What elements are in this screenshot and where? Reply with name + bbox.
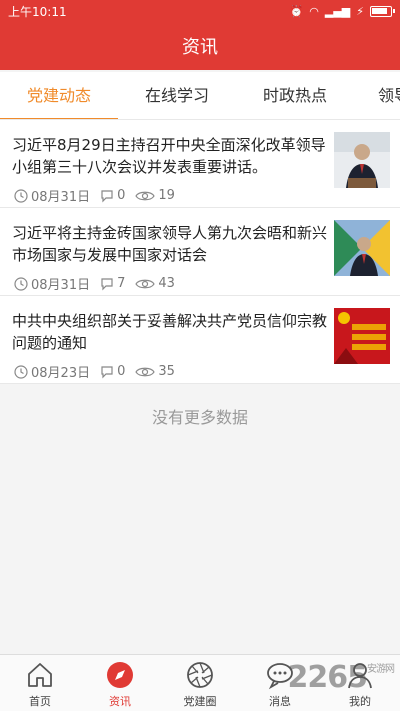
eye-icon: [135, 191, 156, 200]
news-item[interactable]: 习近平8月29日主持召开中央全面深化改革领导小组第三十八次会议并发表重要讲话。 …: [0, 120, 400, 208]
title-bar: 资讯: [0, 22, 400, 70]
news-thumbnail: [334, 308, 390, 364]
alarm-icon: ⏰: [289, 4, 304, 18]
nav-news[interactable]: 资讯: [80, 655, 160, 711]
tab-leaders[interactable]: 领导: [378, 72, 400, 119]
eye-icon: [135, 367, 156, 376]
no-more-data-text: 没有更多数据: [151, 408, 248, 427]
charging-icon: ⚡: [356, 4, 364, 18]
nav-label: 我的: [349, 695, 371, 708]
comment-count: 7: [117, 276, 126, 291]
news-title: 习近平将主持金砖国家领导人第九次会晤和新兴市场国家与发展中国家对话会: [12, 224, 328, 264]
view-count: 35: [158, 364, 175, 379]
status-bar: 上午10:11 ⏰ ◠ ▂▄▆ ⚡: [0, 0, 400, 22]
leader-photo-icon: [334, 132, 390, 188]
wifi-icon: ◠: [309, 4, 319, 18]
comment-icon: [101, 277, 113, 290]
news-date: 08月31日: [31, 278, 91, 293]
news-date: 08月23日: [31, 366, 91, 381]
status-time: 上午10:11: [8, 4, 67, 19]
tab-party-news[interactable]: 党建动态: [0, 72, 118, 119]
summit-photo-icon: [334, 220, 390, 276]
aperture-icon: [187, 662, 213, 688]
view-count: 19: [158, 188, 175, 203]
nav-label: 资讯: [109, 695, 131, 708]
clock-icon: [14, 364, 28, 379]
news-meta: 08月31日 0 19: [14, 186, 185, 205]
nav-party-circle[interactable]: 党建圈: [160, 655, 240, 711]
comment-count: 0: [117, 188, 126, 203]
view-count: 43: [158, 276, 175, 291]
status-icons: ⏰ ◠ ▂▄▆ ⚡: [289, 4, 395, 18]
news-list: 习近平8月29日主持召开中央全面深化改革领导小组第三十八次会议并发表重要讲话。 …: [0, 120, 400, 384]
news-date: 08月31日: [31, 190, 91, 205]
news-meta: 08月23日 0 35: [14, 362, 185, 381]
news-title: 中共中央组织部关于妥善解决共产党员信仰宗教问题的通知: [12, 312, 328, 352]
eye-icon: [135, 279, 156, 288]
page-title: 资讯: [182, 37, 218, 58]
news-thumbnail: [334, 132, 390, 188]
nav-label: 首页: [29, 695, 51, 708]
tab-online-study[interactable]: 在线学习: [118, 72, 236, 119]
nav-label: 消息: [269, 695, 291, 708]
battery-icon: [370, 5, 395, 17]
news-thumbnail: [334, 220, 390, 276]
watermark-logo: 2265安游网: [287, 660, 396, 695]
news-title: 习近平8月29日主持召开中央全面深化改革领导小组第三十八次会议并发表重要讲话。: [12, 136, 326, 176]
news-item[interactable]: 习近平将主持金砖国家领导人第九次会晤和新兴市场国家与发展中国家对话会 08月31…: [0, 208, 400, 296]
clock-icon: [14, 276, 28, 291]
comment-icon: [101, 365, 113, 378]
tab-current-affairs[interactable]: 时政热点: [236, 72, 354, 119]
category-tabs: 党建动态 在线学习 时政热点 领导: [0, 72, 400, 120]
news-meta: 08月31日 7 43: [14, 274, 185, 293]
comment-count: 0: [117, 364, 126, 379]
nav-home[interactable]: 首页: [0, 655, 80, 711]
home-icon: [28, 663, 52, 687]
signal-icon: ▂▄▆: [324, 4, 351, 18]
nav-label: 党建圈: [183, 695, 217, 708]
comment-icon: [101, 189, 113, 202]
clock-icon: [14, 188, 28, 203]
news-item[interactable]: 中共中央组织部关于妥善解决共产党员信仰宗教问题的通知 08月23日 0 35: [0, 296, 400, 384]
party-banner-photo-icon: [334, 308, 390, 364]
compass-icon: [107, 662, 133, 688]
